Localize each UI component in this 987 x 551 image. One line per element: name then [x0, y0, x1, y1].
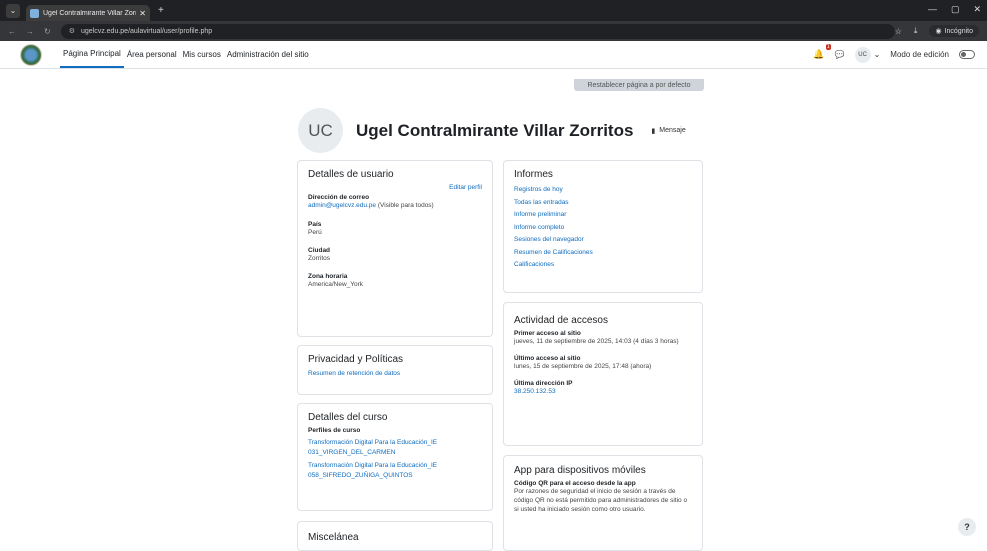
message-button[interactable]: ▮ Mensaje	[651, 127, 685, 135]
report-link[interactable]: Todas las entradas	[514, 197, 692, 210]
edit-profile-link[interactable]: Editar perfil	[308, 184, 482, 191]
nav-dashboard[interactable]: Área personal	[124, 41, 180, 68]
user-navigation: 🔔 1 💬 UC ⌄ Modo de edición	[813, 41, 975, 68]
report-link[interactable]: Calificaciones	[514, 259, 692, 272]
privacy-title: Privacidad y Políticas	[308, 354, 404, 365]
misc-title: Miscelánea	[308, 532, 359, 543]
last-ip-label: Última dirección IP	[514, 380, 573, 387]
first-access-label: Primer acceso al sitio	[514, 330, 581, 337]
edit-mode-toggle[interactable]	[959, 50, 975, 59]
nav-home[interactable]: Página Principal	[60, 41, 124, 68]
new-tab-icon[interactable]: +	[158, 5, 164, 16]
message-label: Mensaje	[659, 127, 686, 134]
user-details-card: Detalles de usuario Editar perfil Direcc…	[297, 160, 493, 337]
edit-mode-label: Modo de edición	[890, 50, 949, 59]
browser-nav: ← → ↻	[8, 27, 51, 36]
first-access-value: jueves, 11 de septiembre de 2025, 14:03 …	[514, 338, 679, 345]
browser-tab[interactable]: Ugel Contralmirante Villar Zorri ✕	[26, 5, 150, 21]
browser-tabbar: ⌄ Ugel Contralmirante Villar Zorri ✕ + —…	[0, 0, 987, 21]
download-icon[interactable]: ⤓	[914, 26, 918, 36]
maximize-icon[interactable]: ▢	[951, 4, 960, 15]
report-link[interactable]: Informe preliminar	[514, 209, 692, 222]
report-link[interactable]: Resumen de Calificaciones	[514, 247, 692, 260]
country-label: País	[308, 220, 322, 228]
access-title: Actividad de accesos	[514, 315, 608, 326]
avatar: UC	[854, 46, 871, 63]
last-access-value: lunes, 15 de septiembre de 2025, 17:48 (…	[514, 363, 652, 370]
profile-avatar: UC	[298, 108, 343, 153]
incognito-label: Incógnito	[944, 27, 973, 35]
url-text: ugelcvz.edu.pe/aulavirtual/user/profile.…	[80, 27, 213, 35]
page-title: Ugel Contralmirante Villar Zorritos	[356, 120, 634, 140]
address-actions: ☆ ⤓ ◉ Incógnito	[895, 25, 979, 37]
notification-badge: 1	[825, 44, 831, 50]
report-link[interactable]: Informe completo	[514, 222, 692, 235]
course-details-card: Detalles del curso Perfiles de curso Tra…	[297, 403, 493, 511]
reload-icon[interactable]: ↻	[44, 27, 51, 36]
back-icon[interactable]: ←	[8, 27, 16, 36]
messages-icon[interactable]: 💬	[835, 50, 845, 59]
address-bar-row: ← → ↻ ⚙ ugelcvz.edu.pe/aulavirtual/user/…	[0, 21, 987, 41]
url-field[interactable]: ⚙ ugelcvz.edu.pe/aulavirtual/user/profil…	[60, 23, 895, 39]
reports-card: Informes Registros de hoy Todas las entr…	[503, 160, 703, 293]
course-profiles-label: Perfiles de curso	[308, 427, 361, 434]
site-navbar: Página Principal Área personal Mis curso…	[0, 41, 987, 69]
misc-card: Miscelánea	[297, 521, 493, 551]
qr-code-label: Código QR para el acceso desde la app	[514, 480, 636, 487]
qr-code-note: Por razones de seguridad el inicio de se…	[514, 488, 688, 513]
close-tab-icon[interactable]: ✕	[139, 9, 146, 18]
timezone-label: Zona horaria	[308, 272, 348, 280]
report-link[interactable]: Registros de hoy	[514, 184, 692, 197]
profile-header: UC Ugel Contralmirante Villar Zorritos ▮…	[298, 108, 686, 153]
site-info-icon[interactable]: ⚙	[69, 27, 75, 35]
course-link[interactable]: Transformación Digital Para la Educación…	[308, 438, 482, 457]
city-label: Ciudad	[308, 246, 331, 254]
access-activity-card: Actividad de accesos Primer acceso al si…	[503, 302, 703, 446]
nav-site-admin[interactable]: Administración del sitio	[224, 41, 312, 68]
user-details-title: Detalles de usuario	[308, 169, 394, 180]
chevron-down-icon: ⌄	[873, 50, 881, 59]
favicon-icon	[30, 8, 39, 18]
window-controls: — ▢ ✕	[928, 4, 981, 15]
site-logo[interactable]	[20, 43, 42, 66]
minimize-icon[interactable]: —	[928, 4, 937, 15]
chat-icon: ▮	[651, 127, 656, 135]
data-retention-link[interactable]: Resumen de retención de datos	[308, 369, 482, 379]
last-access-label: Último acceso al sitio	[514, 355, 581, 362]
privacy-card: Privacidad y Políticas Resumen de retenc…	[297, 345, 493, 395]
city-value: Zorritos	[308, 254, 331, 262]
bookmark-star-icon[interactable]: ☆	[895, 27, 902, 36]
reset-page-button[interactable]: Restablecer página a por defecto	[574, 79, 704, 91]
email-row: admin@ugelcvz.edu.pe (Visible para todos…	[308, 201, 482, 211]
nav-my-courses[interactable]: Mis cursos	[180, 41, 224, 68]
mobile-app-title: App para dispositivos móviles	[514, 465, 646, 476]
email-note: (Visible para todos)	[377, 202, 434, 209]
primary-navigation: Página Principal Área personal Mis curso…	[60, 41, 312, 68]
course-details-title: Detalles del curso	[308, 412, 388, 423]
tab-search-icon[interactable]: ⌄	[6, 3, 20, 18]
course-link[interactable]: Transformación Digital Para la Educación…	[308, 461, 482, 480]
help-button[interactable]: ?	[958, 518, 976, 536]
country-value: Perú	[308, 228, 322, 236]
incognito-indicator[interactable]: ◉ Incógnito	[929, 25, 979, 37]
user-menu[interactable]: UC ⌄	[854, 46, 881, 63]
reports-title: Informes	[514, 169, 553, 180]
last-ip-link[interactable]: 38.250.132.53	[514, 387, 692, 397]
notifications-bell-icon[interactable]: 🔔 1	[813, 44, 831, 60]
email-link[interactable]: admin@ugelcvz.edu.pe	[308, 202, 376, 209]
tab-title: Ugel Contralmirante Villar Zorri	[43, 9, 137, 17]
incognito-icon: ◉	[935, 28, 942, 35]
email-label: Dirección de correo	[308, 194, 370, 201]
timezone-value: America/New_York	[308, 280, 364, 288]
mobile-app-card: App para dispositivos móviles Código QR …	[503, 455, 703, 551]
close-window-icon[interactable]: ✕	[973, 4, 981, 15]
forward-icon[interactable]: →	[26, 27, 34, 36]
report-link[interactable]: Sesiones del navegador	[514, 234, 692, 247]
